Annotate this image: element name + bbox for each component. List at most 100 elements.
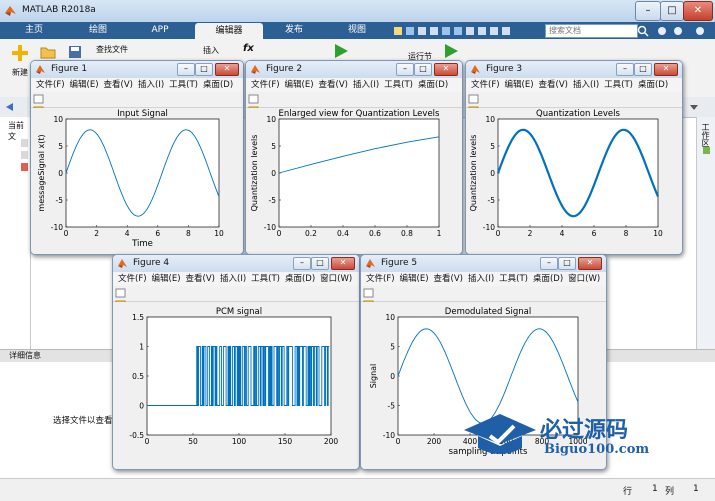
x-tick-label: 6 [155, 229, 160, 238]
x-tick-label: 0.4 [337, 229, 349, 238]
figure-max-button[interactable]: □ [558, 257, 576, 270]
figure-menu-item[interactable]: 工具(T) [251, 272, 280, 286]
figure-close-button[interactable]: ✕ [654, 63, 678, 76]
figure-title-bar[interactable]: Figure 4 – □ ✕ [113, 255, 359, 272]
run-advance-icon[interactable] [443, 43, 459, 59]
figure-menu-item[interactable]: 桌面(D) [638, 78, 668, 92]
maximize-button[interactable]: □ [660, 1, 684, 21]
figure-close-button[interactable]: ✕ [215, 63, 239, 76]
figure-menu-item[interactable]: 工具(T) [384, 78, 413, 92]
figure-menu-item[interactable]: 插入(I) [353, 78, 379, 92]
figure-max-button[interactable]: □ [634, 63, 652, 76]
figure-title-bar[interactable]: Figure 3 – □ ✕ [466, 61, 682, 78]
save-icon[interactable] [68, 45, 82, 59]
figure-window-3[interactable]: Figure 3 – □ ✕ 文件(F) 编辑(E) 查看(V) 插入(I) 工具(T) 桌面(D… [465, 60, 683, 255]
figure-menu-item[interactable]: 编辑(E) [285, 78, 314, 92]
figure-close-button[interactable]: ✕ [578, 257, 602, 270]
figure-menu-bar: 文件(F)编辑(E)查看(V)插入(I)工具(T)桌面(D)窗口(W)帮助(H) [361, 272, 606, 298]
x-tick-label: 1 [437, 229, 442, 238]
figure-menu-item[interactable]: 文件(F) [251, 78, 280, 92]
figure-menu-item[interactable]: 文件(F) [366, 272, 395, 286]
figure-menu-item[interactable]: 桌面(D) [203, 78, 233, 92]
new-file-icon[interactable] [248, 94, 259, 104]
y-tick-label: 5 [390, 343, 395, 352]
search-input[interactable]: 搜索文档 [545, 24, 638, 38]
open-folder-icon[interactable] [40, 45, 56, 59]
figure-menu-item[interactable]: 文件(F) [118, 272, 147, 286]
back-arrow-icon[interactable] [4, 102, 14, 112]
figure-menu-item[interactable]: 查看(V) [186, 272, 215, 286]
fx-button[interactable]: fx [243, 43, 254, 54]
y-tick-label: 5 [58, 142, 63, 151]
close-button[interactable]: ✕ [683, 1, 713, 21]
figure-close-button[interactable]: ✕ [434, 63, 458, 76]
figure-menu-item[interactable]: 编辑(E) [152, 272, 181, 286]
run-icon[interactable] [333, 43, 349, 59]
workspace-label[interactable]: 工作区 [700, 123, 711, 147]
figure-title-bar[interactable]: Figure 2 – □ ✕ [246, 61, 462, 78]
figure-close-button[interactable]: ✕ [331, 257, 355, 270]
figure-menu-item[interactable]: 查看(V) [434, 272, 463, 286]
figure-menu-item[interactable]: 工具(T) [604, 78, 633, 92]
x-tick-label: 50 [188, 437, 198, 446]
figure-min-button[interactable]: – [616, 63, 634, 76]
figure-menu-item[interactable]: 文件(F) [36, 78, 65, 92]
figure-title-bar[interactable]: Figure 5 – □ ✕ [361, 255, 606, 272]
figure-window-1[interactable]: Figure 1 – □ ✕ 文件(F) 编辑(E) 查看(V) 插入(I) 工具(T) 桌面(D… [30, 60, 244, 255]
new-file-icon[interactable] [363, 288, 374, 298]
tab-publish[interactable]: 发布 [268, 22, 320, 39]
new-plus-icon[interactable] [10, 43, 30, 63]
figure-menu-item[interactable]: 插入(I) [138, 78, 164, 92]
figure-menu-bar: 文件(F)编辑(E)查看(V)插入(I)工具(T)桌面(D)窗口(W)帮助(H) [246, 78, 462, 104]
new-file-icon[interactable] [468, 94, 479, 104]
tab-apps[interactable]: APP [134, 22, 186, 39]
file-icons[interactable] [20, 137, 30, 177]
figure-menu-item[interactable]: 查看(V) [539, 78, 568, 92]
tab-plots[interactable]: 绘图 [68, 22, 128, 39]
tab-view[interactable]: 视图 [328, 22, 386, 39]
figure-menu-item[interactable]: 查看(V) [104, 78, 133, 92]
figure-menu-item[interactable]: 窗口(W) [320, 272, 352, 286]
figure-menu-item[interactable]: 文件(F) [471, 78, 500, 92]
title-bar: MATLAB R2018a – □ ✕ [0, 0, 715, 23]
figure-min-button[interactable]: – [293, 257, 311, 270]
figure-menu-item[interactable]: 工具(T) [169, 78, 198, 92]
figure-menu-item[interactable]: 插入(I) [573, 78, 599, 92]
figure-menu-item[interactable]: 编辑(E) [505, 78, 534, 92]
figure-max-button[interactable]: □ [195, 63, 213, 76]
figure-menu-item[interactable]: 插入(I) [220, 272, 246, 286]
figure-menu-item[interactable]: 窗口(W) [568, 272, 600, 286]
figure-menu-item[interactable]: 工具(T) [499, 272, 528, 286]
chart-title: Enlarged view for Quantization Levels [279, 109, 441, 119]
insert-label[interactable]: 插入 [203, 45, 219, 56]
minimize-button[interactable]: – [635, 1, 661, 21]
new-file-icon[interactable] [115, 288, 126, 298]
figure-menu-item[interactable]: 桌面(D) [533, 272, 563, 286]
chart-title: Demodulated Signal [445, 307, 531, 317]
figure-min-button[interactable]: – [540, 257, 558, 270]
notification-icons[interactable] [656, 25, 711, 37]
figure-menu-item[interactable]: 桌面(D) [418, 78, 448, 92]
figure-plot-area: Enlarged view for Quantization Levels 0 0.… [246, 108, 462, 254]
figure-max-button[interactable]: □ [311, 257, 329, 270]
figure-title-bar[interactable]: Figure 1 – □ ✕ [31, 61, 243, 78]
find-files-button[interactable]: 查找文件 [96, 44, 128, 55]
figure-menu-item[interactable]: 查看(V) [319, 78, 348, 92]
search-icon[interactable] [637, 25, 649, 37]
tab-editor[interactable]: 编辑器 [195, 23, 263, 39]
tab-home[interactable]: 主页 [8, 22, 60, 39]
new-file-icon[interactable] [33, 94, 44, 104]
figure-menu-item[interactable]: 插入(I) [468, 272, 494, 286]
figure-min-button[interactable]: – [396, 63, 414, 76]
figure-menu-item[interactable]: 桌面(D) [285, 272, 315, 286]
figure-min-button[interactable]: – [177, 63, 195, 76]
x-tick-label: 0 [496, 229, 501, 238]
figure-menu-item[interactable]: 编辑(E) [70, 78, 99, 92]
figure-menu-item[interactable]: 编辑(E) [400, 272, 429, 286]
quick-access-toolbar[interactable] [392, 25, 522, 37]
chevron-down-icon[interactable] [689, 102, 699, 112]
figure-window-2[interactable]: Figure 2 – □ ✕ 文件(F) 编辑(E) 查看(V) 插入(I) 工具(T) 桌面(D… [245, 60, 463, 255]
figure-max-button[interactable]: □ [414, 63, 432, 76]
figure-window-4[interactable]: Figure 4 – □ ✕ 文件(F) 编辑(E) 查看(V) 插入(I) 工具(T) 桌面(D… [112, 254, 360, 470]
new-label[interactable]: 新建 [12, 67, 28, 78]
